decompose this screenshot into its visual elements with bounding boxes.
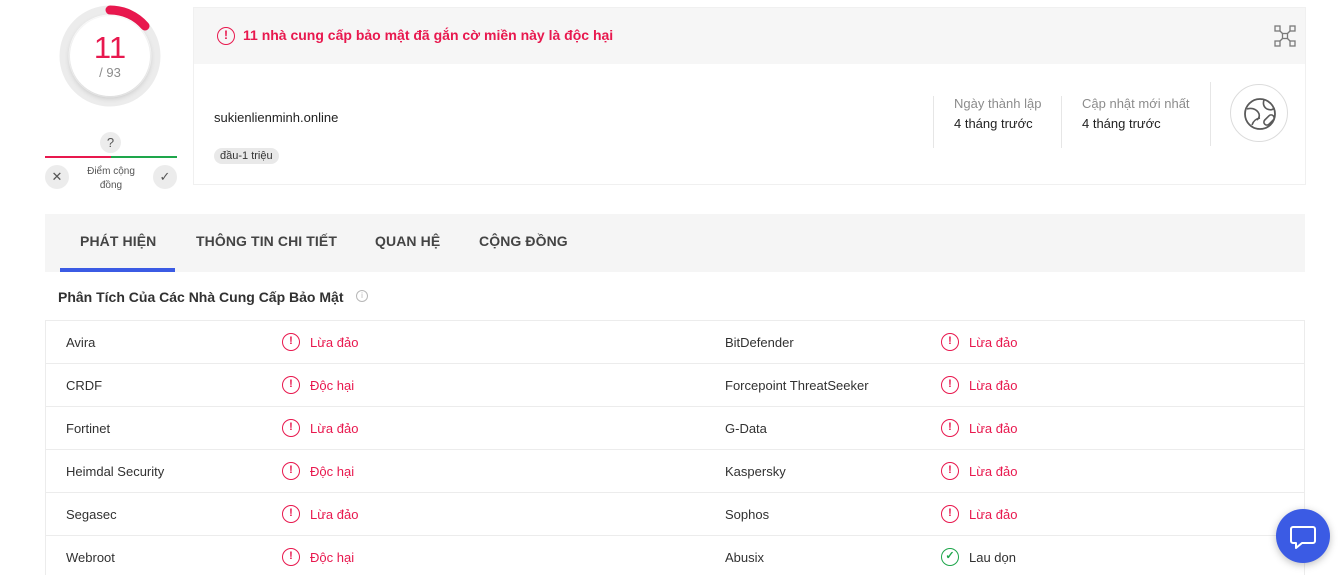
verdict-label: Lừa đảo <box>310 335 359 350</box>
close-icon[interactable]: ✕ <box>45 165 69 189</box>
vendor-name: Kaspersky <box>725 464 786 479</box>
domain-tag[interactable]: đầu-1 triệu <box>214 148 279 164</box>
table-row: Avira! Lừa đảo BitDefender! Lừa đảo <box>46 321 1304 364</box>
domain-name: sukienlienminh.online <box>214 110 339 125</box>
vendor-name: G-Data <box>725 421 767 436</box>
section-title: Phân Tích Của Các Nhà Cung Cấp Bảo Mật <box>58 289 344 305</box>
exclamation-circle-icon: ! <box>282 462 300 480</box>
exclamation-circle-icon: ! <box>282 505 300 523</box>
exclamation-circle-icon: ! <box>282 419 300 437</box>
verdict-label: Lừa đảo <box>310 421 359 436</box>
last-update: Cập nhật mới nhất 4 tháng trước <box>1061 96 1190 148</box>
verdict-label: Lừa đảo <box>969 378 1018 393</box>
vendor-name: Sophos <box>725 507 770 522</box>
exclamation-circle-icon: ! <box>217 27 235 45</box>
table-row: Fortinet! Lừa đảo G-Data! Lừa đảo <box>46 407 1304 450</box>
community-score: ? ✕ Điểm cộng đồng ✓ <box>45 132 177 196</box>
creation-date: Ngày thành lập 4 tháng trước <box>933 96 1041 148</box>
exclamation-circle-icon: ! <box>941 376 959 394</box>
active-tab-indicator <box>60 268 175 272</box>
exclamation-circle-icon: ! <box>941 333 959 351</box>
creation-date-value: 4 tháng trước <box>954 116 1033 131</box>
vendor-name: CRDF <box>66 378 103 393</box>
info-icon[interactable]: i <box>356 290 368 302</box>
verdict-label: Lừa đảo <box>310 507 359 522</box>
graph-expand-icon[interactable] <box>1274 25 1296 47</box>
chat-icon <box>1290 526 1316 549</box>
vendor-name: Fortinet <box>66 421 111 436</box>
tab-details[interactable]: THÔNG TIN CHI TIẾT <box>196 233 337 249</box>
last-update-value: 4 tháng trước <box>1082 116 1161 131</box>
exclamation-circle-icon: ! <box>941 462 959 480</box>
verdict-label: Lừa đảo <box>969 421 1018 436</box>
engine-total: / 93 <box>99 65 121 80</box>
tab-bar: PHÁT HIỆN THÔNG TIN CHI TIẾT QUAN HỆ CỘN… <box>45 214 1305 272</box>
exclamation-circle-icon: ! <box>941 505 959 523</box>
table-row: Segasec! Lừa đảo Sophos! Lừa đảo <box>46 493 1304 536</box>
domain-globe-icon <box>1230 84 1288 142</box>
domain-summary-card: ! 11 nhà cung cấp bảo mật đã gắn cờ miền… <box>193 7 1306 185</box>
verdict-label: Lừa đảo <box>969 335 1018 350</box>
divider <box>1210 82 1211 146</box>
vendor-name: BitDefender <box>725 335 794 350</box>
community-score-bar <box>45 156 177 158</box>
exclamation-circle-icon: ! <box>282 333 300 351</box>
vendor-name: Abusix <box>725 550 765 565</box>
tab-community[interactable]: CỘNG ĐỒNG <box>479 233 568 249</box>
table-row: CRDF! Độc hại Forcepoint ThreatSeeker! Lừa … <box>46 364 1304 407</box>
alert-message: 11 nhà cung cấp bảo mật đã gắn cờ miền n… <box>243 27 614 43</box>
table-row: Webroot! Độc hại Abusix ✓ Lau dọn <box>46 536 1304 575</box>
verdict-label: Lừa đảo <box>969 507 1018 522</box>
community-score-badge: ? <box>100 132 121 153</box>
exclamation-circle-icon: ! <box>282 548 300 566</box>
creation-date-label: Ngày thành lập <box>954 96 1042 111</box>
check-icon[interactable]: ✓ <box>153 165 177 189</box>
globe-link-icon <box>1244 98 1276 130</box>
score-circle: 11 / 93 <box>70 16 150 96</box>
vendor-analysis-table: Avira! Lừa đảo BitDefender! Lừa đảo CRDF! Độc… <box>45 320 1305 575</box>
verdict-label: Lau dọn <box>969 550 1016 565</box>
vendor-name: Avira <box>66 335 96 350</box>
table-row: Heimdal Security! Độc hại Kaspersky! Lừa đả… <box>46 450 1304 493</box>
verdict-label: Độc hại <box>310 378 355 393</box>
exclamation-circle-icon: ! <box>282 376 300 394</box>
tab-detection[interactable]: PHÁT HIỆN <box>80 233 156 249</box>
vendor-name: Forcepoint ThreatSeeker <box>725 378 869 393</box>
alert-bar: ! 11 nhà cung cấp bảo mật đã gắn cờ miền… <box>194 8 1305 64</box>
detection-count: 11 <box>93 30 127 65</box>
verdict-label: Lừa đảo <box>969 464 1018 479</box>
tab-relations[interactable]: QUAN HỆ <box>375 233 440 249</box>
exclamation-circle-icon: ! <box>941 419 959 437</box>
vendor-name: Segasec <box>66 507 117 522</box>
detection-score-gauge: 11 / 93 <box>58 4 162 108</box>
vendor-name: Heimdal Security <box>66 464 165 479</box>
vendor-name: Webroot <box>66 550 115 565</box>
last-update-label: Cập nhật mới nhất <box>1082 96 1190 111</box>
check-circle-icon: ✓ <box>941 548 959 566</box>
chat-button[interactable] <box>1276 509 1330 563</box>
community-score-label: Điểm cộng đồng <box>87 166 135 191</box>
verdict-label: Độc hại <box>310 550 355 565</box>
verdict-label: Độc hại <box>310 464 355 479</box>
